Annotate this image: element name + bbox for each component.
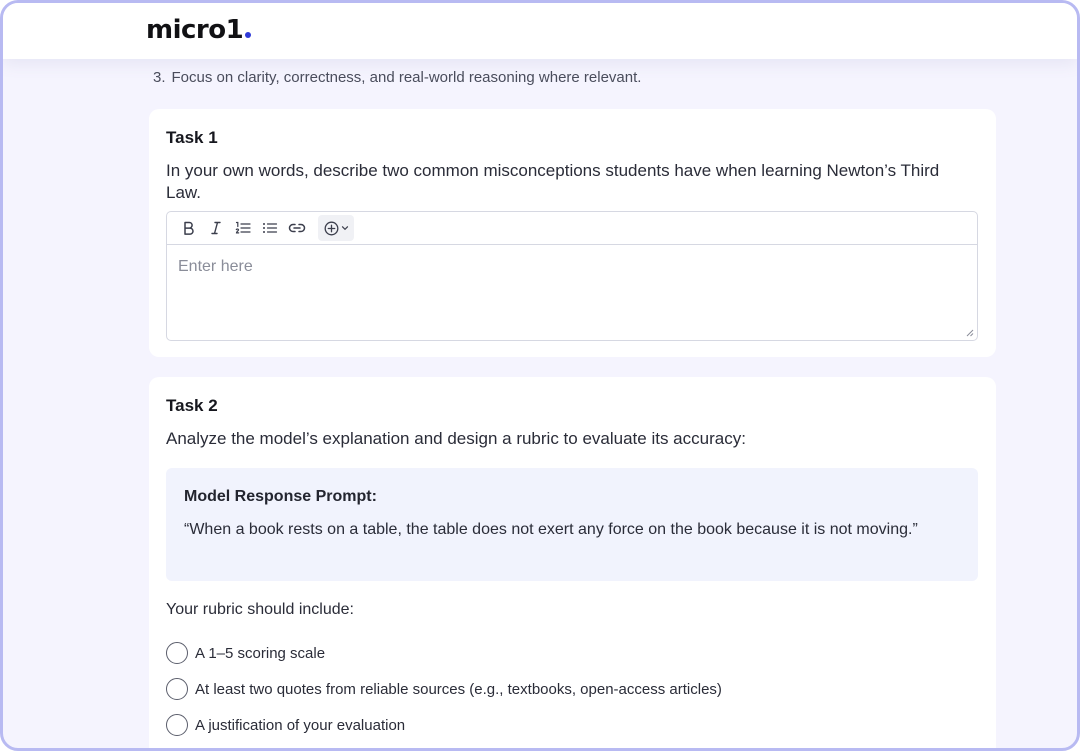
instruction-item: 3. Focus on clarity, correctness, and rea… [153,69,641,86]
editor-toolbar [167,212,977,245]
instruction-number: 3. [153,69,166,86]
bullet-list-icon[interactable] [256,215,283,241]
prompt-label: Model Response Prompt: [184,488,377,505]
rubric-option[interactable]: A 1–5 scoring scale [166,642,325,664]
task-2-question: Analyze the model’s explanation and desi… [166,429,746,448]
logo[interactable]: micro1 [146,15,252,45]
logo-dot [245,32,252,38]
bold-icon[interactable] [175,215,202,241]
editor-placeholder: Enter here [178,258,253,275]
editor-input[interactable]: Enter here [167,245,977,340]
ordered-list-icon[interactable] [229,215,256,241]
model-response-prompt: Model Response Prompt: “When a book rest… [166,468,978,581]
task-1-card: Task 1 In your own words, describe two c… [149,109,996,357]
task-1-question: In your own words, describe two common m… [166,161,940,202]
radio-button[interactable] [166,678,188,700]
logo-text: micro1 [146,15,244,45]
top-bar: micro1 [3,3,1077,59]
insert-plus-icon [324,221,338,235]
rubric-intro: Your rubric should include: [166,601,354,618]
instruction-text: Focus on clarity, correctness, and real-… [171,69,642,86]
prompt-text: “When a book rests on a table, the table… [184,521,918,538]
radio-button[interactable] [166,642,188,664]
rich-text-editor: Enter here [166,211,978,341]
radio-button[interactable] [166,714,188,736]
italic-icon[interactable] [202,215,229,241]
rubric-option[interactable]: A justification of your evaluation [166,714,405,736]
insert-menu-button[interactable] [318,215,354,241]
option-label: A justification of your evaluation [195,716,406,734]
resize-handle-icon[interactable] [965,328,974,337]
app-frame: micro1 3. Focus on clarity, correctness, … [0,0,1080,751]
task-2-title: Task 2 [166,396,218,415]
link-icon[interactable] [283,215,310,241]
chevron-down-icon [341,226,348,231]
option-label: At least two quotes from reliable source… [195,680,722,698]
task-2-card: Task 2 Analyze the model’s explanation a… [149,377,996,748]
task-1-title: Task 1 [166,128,218,147]
rubric-option[interactable]: At least two quotes from reliable source… [166,678,722,700]
option-label: A 1–5 scoring scale [195,644,326,662]
